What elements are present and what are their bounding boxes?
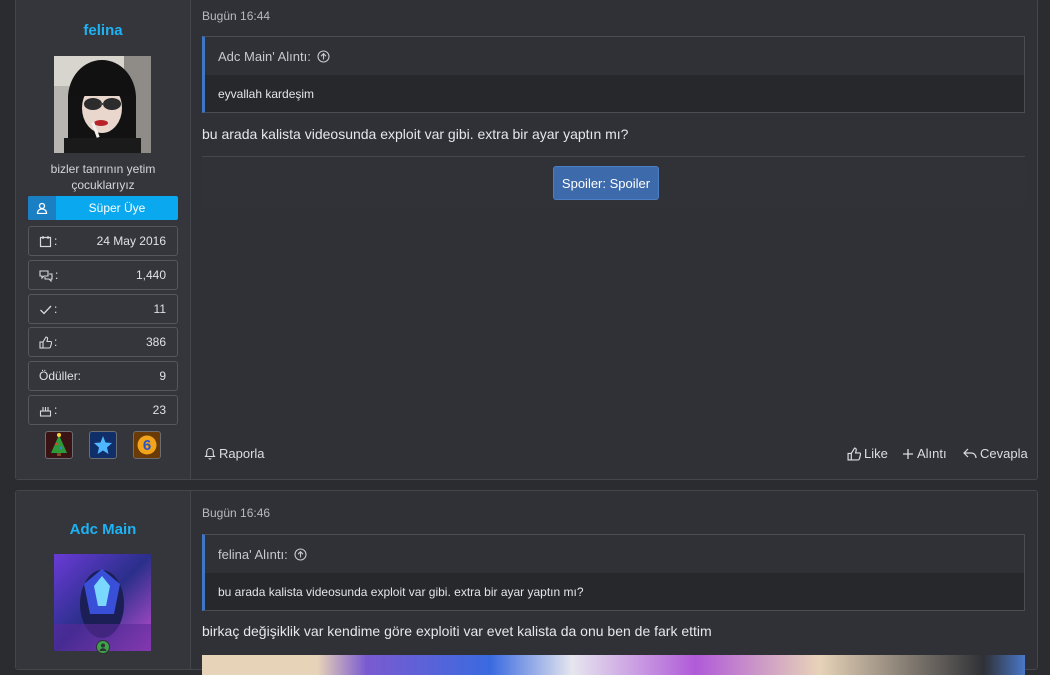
- stat-value: 386: [145, 335, 166, 349]
- avatar[interactable]: [54, 554, 151, 651]
- user-title: bizler tanrının yetim çocuklarıyız: [50, 162, 156, 192]
- stat-value: 23: [152, 403, 166, 417]
- svg-text:6: 6: [143, 437, 151, 454]
- online-status-icon: [96, 640, 110, 654]
- stat-value: 9: [159, 369, 166, 383]
- stat-messages: : 1,440: [28, 260, 178, 290]
- report-link[interactable]: Raporla: [204, 446, 265, 461]
- stat-key: :: [54, 302, 58, 316]
- quote-block: Adc Main' Alıntı: eyvallah kardeşim: [202, 36, 1025, 113]
- quote-author[interactable]: felina' Alıntı:: [218, 547, 288, 562]
- user-info-panel: felina bizler tanrının yetim çocuklarıyı…: [16, 0, 191, 479]
- stat-solutions: : 11: [28, 294, 178, 324]
- username[interactable]: Adc Main: [16, 521, 190, 538]
- arrow-up-circle-icon[interactable]: [294, 547, 307, 561]
- calendar-icon: [39, 235, 52, 248]
- bell-icon: [204, 447, 216, 460]
- quote-author[interactable]: Adc Main' Alıntı:: [218, 49, 311, 64]
- embedded-image[interactable]: [202, 655, 1025, 675]
- stat-key: :: [54, 234, 58, 248]
- stat-key: :: [54, 335, 58, 349]
- thumbs-up-icon: [847, 446, 861, 461]
- stat-age: : 23: [28, 395, 178, 425]
- check-icon: [39, 303, 52, 316]
- quote-block: felina' Alıntı: bu arada kalista videosu…: [202, 534, 1025, 611]
- thumbs-up-icon: [39, 335, 52, 349]
- messages-icon: [39, 269, 53, 282]
- reply-label: Cevapla: [980, 446, 1028, 461]
- avatar[interactable]: [54, 56, 151, 153]
- quote-label: Alıntı: [917, 446, 947, 461]
- like-label: Like: [864, 446, 888, 461]
- reply-icon: [963, 448, 977, 460]
- user-icon: [28, 196, 56, 220]
- plus-icon: [902, 448, 914, 460]
- rank-badge: Süper Üye: [28, 196, 178, 220]
- stat-key: :: [55, 268, 59, 282]
- message-text: birkaç değişiklik var kendime göre explo…: [202, 623, 712, 639]
- stat-key: Ödüller:: [39, 369, 82, 383]
- spoiler-button[interactable]: Spoiler: Spoiler: [553, 166, 659, 200]
- stat-likes: : 386: [28, 327, 178, 357]
- stat-value: 24 May 2016: [96, 234, 166, 248]
- spoiler-container: Spoiler: Spoiler: [202, 156, 1025, 207]
- user-info-panel: Adc Main: [16, 491, 191, 669]
- stat-value: 11: [153, 302, 166, 316]
- stat-value: 1,440: [135, 268, 166, 282]
- post: Adc Main Bugün 16:46 felina' Alıntı: bu …: [15, 490, 1038, 675]
- star-trophy-icon[interactable]: [89, 431, 117, 459]
- message-content: Bugün 16:44 Adc Main' Alıntı: eyvallah k…: [202, 0, 1028, 479]
- reply-button[interactable]: Cevapla: [963, 446, 1028, 461]
- post-time[interactable]: Bugün 16:44: [202, 9, 270, 23]
- quote-button[interactable]: Alıntı: [902, 446, 947, 461]
- username[interactable]: felina: [16, 22, 190, 39]
- post-time[interactable]: Bugün 16:46: [202, 506, 270, 520]
- post: felina bizler tanrının yetim çocuklarıyı…: [15, 0, 1038, 480]
- cake-icon: [39, 404, 52, 417]
- arrow-up-circle-icon[interactable]: [317, 49, 330, 63]
- report-label: Raporla: [219, 446, 265, 461]
- stat-joined: : 24 May 2016: [28, 226, 178, 256]
- rank-label: Süper Üye: [88, 201, 146, 215]
- quote-text: bu arada kalista videosunda exploit var …: [205, 573, 1024, 610]
- stat-key: :: [54, 403, 58, 417]
- christmas-tree-trophy-icon[interactable]: [45, 431, 73, 459]
- message-content: Bugün 16:46 felina' Alıntı: bu arada kal…: [202, 491, 1025, 675]
- six-trophy-icon[interactable]: 6: [133, 431, 161, 459]
- quote-text: eyvallah kardeşim: [205, 75, 1024, 112]
- stat-awards: Ödüller: 9: [28, 361, 178, 391]
- like-button[interactable]: Like: [847, 446, 888, 461]
- message-text: bu arada kalista videosunda exploit var …: [202, 126, 629, 142]
